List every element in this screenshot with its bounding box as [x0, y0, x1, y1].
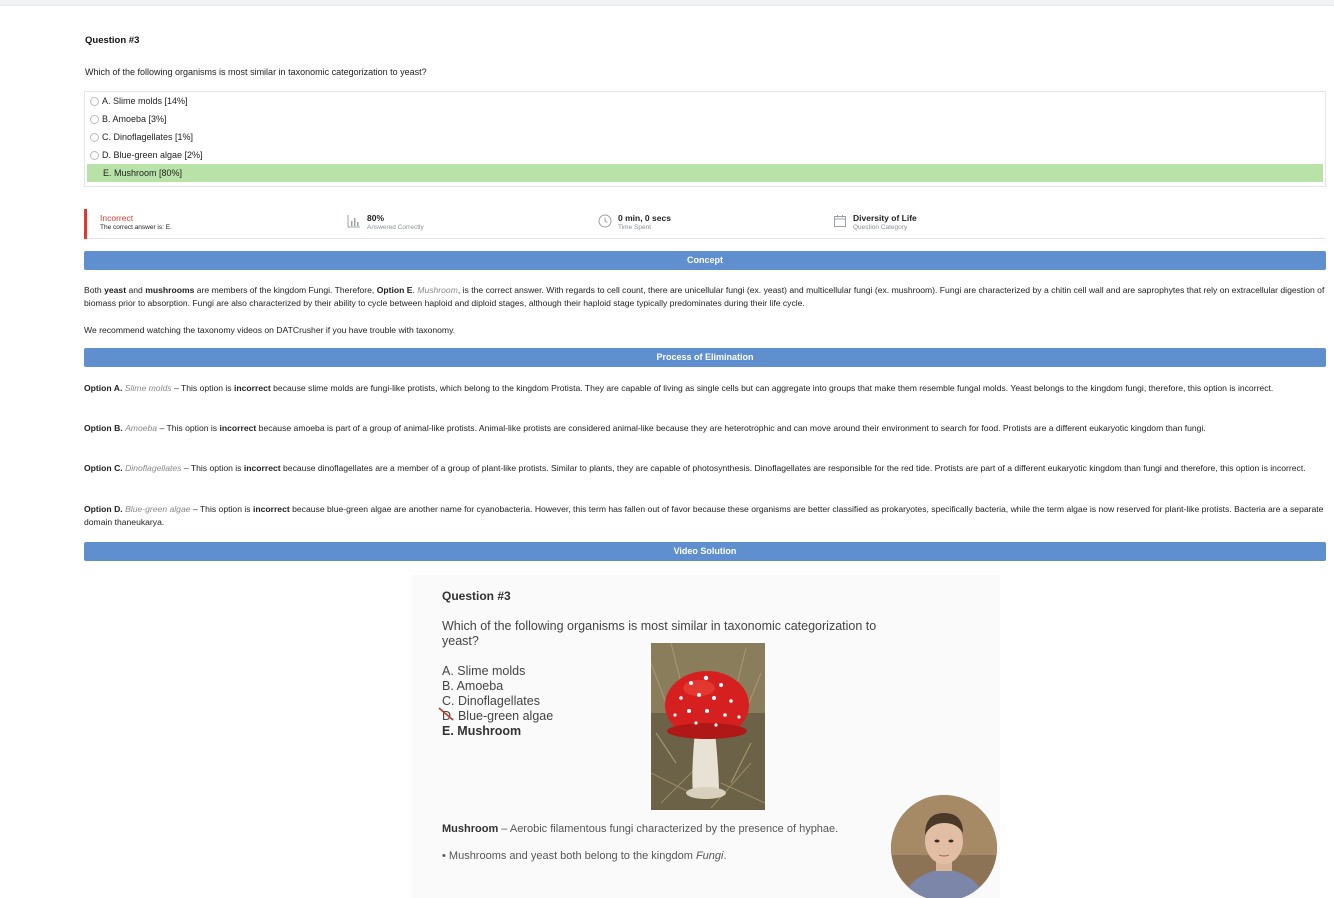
result-status: Incorrect: [100, 213, 134, 223]
radio-icon[interactable]: [90, 150, 99, 160]
video-question-title: Question #3: [442, 589, 511, 603]
result-stat: Incorrect The correct answer is: E.: [84, 209, 172, 239]
answer-option-e-correct[interactable]: E. Mushroom [80%]: [87, 164, 1323, 182]
clock-icon: [598, 214, 612, 228]
question-category: Diversity of Life: [853, 213, 917, 223]
presenter-avatar: [891, 795, 997, 898]
radio-icon[interactable]: [90, 96, 99, 106]
answer-option-c[interactable]: C. Dinoflagellates [1%]: [85, 128, 1325, 146]
elimination-header: Process of Elimination: [84, 348, 1326, 367]
elimination-option-a: Option A. Slime molds – This option is i…: [84, 383, 1274, 393]
answer-list: A. Slime molds [14%] B. Amoeba [3%] C. D…: [84, 91, 1326, 187]
question-text: Which of the following organisms is most…: [85, 67, 427, 77]
elimination-option-d: Option D. Blue-green algae – This option…: [84, 504, 1324, 527]
top-bar: [0, 0, 1334, 6]
question-title: Question #3: [85, 35, 140, 46]
result-stats: Incorrect The correct answer is: E. 80% …: [84, 209, 1326, 239]
calendar-icon: [834, 215, 846, 227]
answer-option-a[interactable]: A. Slime molds [14%]: [85, 92, 1325, 110]
percent-correct: 80%: [367, 213, 385, 223]
correct-answer-note: The correct answer is: E.: [100, 224, 172, 231]
video-bullet: • Mushrooms and yeast both belong to the…: [442, 850, 727, 862]
time-stat: 0 min, 0 secs Time Spent: [598, 209, 671, 239]
percent-stat: 80% Answered Correctly: [347, 209, 424, 239]
recommend-paragraph: We recommend watching the taxonomy video…: [84, 325, 456, 335]
answer-option-d[interactable]: D. Blue-green algae [2%]: [85, 146, 1325, 164]
video-definition: Mushroom – Aerobic filamentous fungi cha…: [442, 823, 839, 835]
bar-chart-icon: [347, 215, 360, 228]
mushroom-image: [651, 643, 765, 810]
radio-icon[interactable]: [90, 114, 99, 124]
concept-header: Concept: [84, 251, 1326, 270]
video-solution-header: Video Solution: [84, 542, 1326, 561]
video-options: A. Slime molds B. Amoeba C. Dinoflagella…: [442, 664, 554, 738]
category-stat: Diversity of Life Question Category: [833, 209, 917, 239]
incorrect-indicator: [84, 209, 87, 239]
answer-option-b[interactable]: B. Amoeba [3%]: [85, 110, 1325, 128]
concept-paragraph: Both yeast and mushrooms are members of …: [84, 285, 1325, 308]
elimination-option-c: Option C. Dinoflagellates – This option …: [84, 463, 1306, 473]
strike-mark-icon: [438, 707, 454, 721]
radio-icon[interactable]: [90, 132, 99, 142]
video-player[interactable]: Question #3 Which of the following organ…: [411, 575, 1000, 898]
time-spent: 0 min, 0 secs: [618, 213, 671, 223]
elimination-option-b: Option B. Amoeba – This option is incorr…: [84, 423, 1206, 433]
